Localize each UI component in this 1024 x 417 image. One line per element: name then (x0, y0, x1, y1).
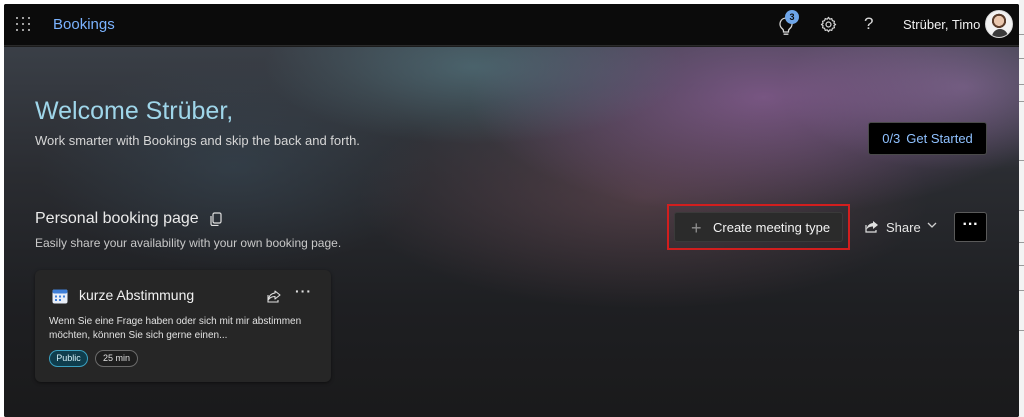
hero-section: Welcome Strüber, Work smarter with Booki… (4, 47, 1019, 417)
create-meeting-type-button[interactable]: + Create meeting type (674, 212, 843, 242)
chevron-down-icon (927, 222, 937, 228)
share-icon (865, 221, 878, 233)
app-launcher-icon[interactable] (16, 17, 32, 33)
share-icon[interactable] (266, 288, 282, 304)
plus-icon: + (691, 218, 702, 238)
user-name[interactable]: Strüber, Timo (903, 17, 980, 32)
get-started-label: Get Started (906, 131, 973, 146)
welcome-subtitle: Work smarter with Bookings and skip the … (35, 133, 360, 148)
app-name[interactable]: Bookings (53, 16, 115, 33)
booking-page-title: Personal booking page (35, 210, 199, 227)
welcome-heading: Welcome Strüber, (35, 97, 234, 125)
meeting-type-title[interactable]: kurze Abstimmung (79, 287, 194, 303)
help-icon[interactable]: ? (864, 14, 873, 34)
duration-badge: 25 min (95, 350, 138, 367)
top-bar: Bookings 3 ? Strüber, Timo (4, 4, 1019, 46)
meeting-type-description: Wenn Sie eine Frage haben oder sich mit … (49, 316, 302, 341)
get-started-button[interactable]: 0/3 Get Started (868, 122, 987, 155)
create-meeting-type-label: Create meeting type (713, 220, 831, 235)
gear-icon[interactable] (819, 15, 838, 34)
card-more-button[interactable]: ··· (295, 283, 312, 299)
bookings-window: Bookings 3 ? Strüber, Timo Welcome Strüb… (4, 4, 1019, 417)
copy-icon[interactable] (210, 212, 222, 226)
share-label: Share (886, 220, 921, 235)
visibility-badge: Public (49, 350, 88, 367)
more-options-button[interactable]: ··· (954, 212, 987, 242)
booking-page-subtitle: Easily share your availability with your… (35, 236, 342, 250)
get-started-progress: 0/3 (882, 131, 901, 146)
calendar-icon (52, 289, 68, 304)
avatar[interactable] (985, 10, 1013, 38)
adjacent-window-edge (1019, 0, 1024, 417)
meeting-type-card[interactable]: kurze Abstimmung ··· Wenn Sie eine Frage… (35, 270, 331, 382)
notification-badge: 3 (785, 10, 799, 24)
